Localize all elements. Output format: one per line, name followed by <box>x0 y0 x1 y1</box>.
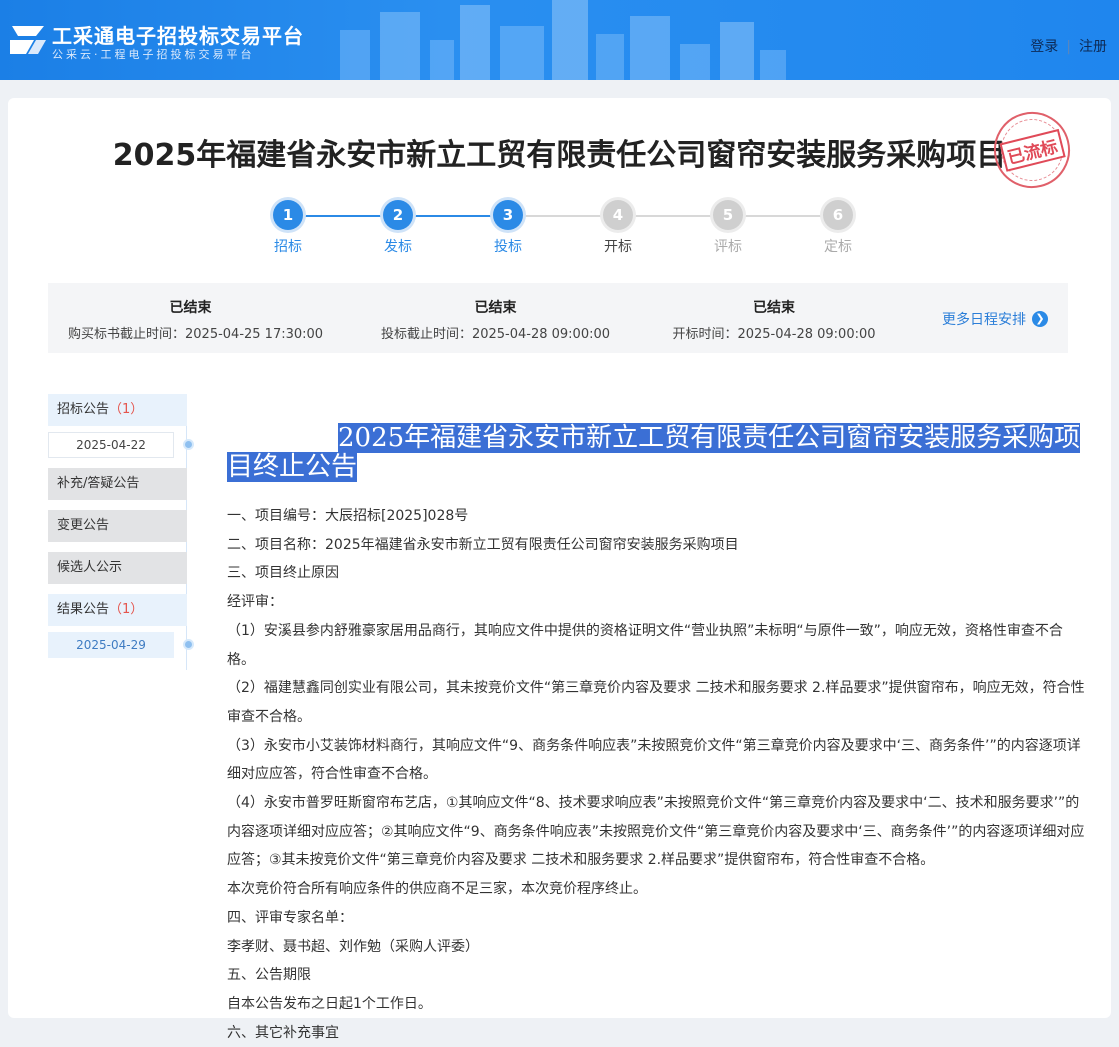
timeline-dot-icon <box>185 441 192 448</box>
schedule-bar: 已结束 购买标书截止时间：2025-04-25 17:30:00 已结束 投标截… <box>48 283 1068 353</box>
notice-paragraph: 李孝财、聂书超、刘作勉（采购人评委） <box>227 938 479 955</box>
step-number: 6 <box>823 200 853 230</box>
sidebar-item-count: （1） <box>109 402 144 417</box>
sidebar-item-change-notice[interactable]: 变更公告 <box>48 510 187 542</box>
schedule-status: 已结束 <box>474 300 517 316</box>
step-label: 定标 <box>824 239 852 255</box>
notice-paragraph: 五、公告期限 <box>227 967 311 984</box>
sidebar-item-label: 变更公告 <box>57 518 110 533</box>
project-title: 2025年福建省永安市新立工贸有限责任公司窗帘安装服务采购项目 <box>112 138 1007 173</box>
sidebar-item-label: 结果公告 <box>57 602 110 617</box>
login-link[interactable]: 登录 <box>1030 39 1058 55</box>
progress-steps: 1 招标 2 发标 3 投标 4 开标 5 评标 6 定标 <box>263 200 863 260</box>
step-submit-bid: 3 投标 <box>483 200 533 256</box>
notice-title[interactable]: 2025年福建省永安市新立工贸有限责任公司窗帘安装服务采购项目终止公告 <box>227 423 1087 482</box>
notice-paragraph: （2）福建慧鑫同创实业有限公司，其未按竞价文件“第三章竞价内容及要求 二技术和服… <box>227 680 1085 725</box>
step-issue: 2 发标 <box>373 200 423 256</box>
schedule-time: 开标时间：2025-04-28 09:00:00 <box>672 327 876 342</box>
notice-content: 2025年福建省永安市新立工贸有限责任公司窗帘安装服务采购项目终止公告 一、项目… <box>227 416 1087 1047</box>
schedule-time: 购买标书截止时间：2025-04-25 17:30:00 <box>68 327 324 342</box>
sidebar-date-result-notice[interactable]: 2025-04-29 <box>48 632 192 658</box>
notice-paragraph: 三、项目终止原因 <box>227 565 339 582</box>
more-schedule-label: 更多日程安排 <box>942 312 1026 328</box>
sidebar-date-label: 2025-04-29 <box>76 638 146 652</box>
failed-bid-stamp: 已流标 <box>985 103 1079 197</box>
step-number: 5 <box>713 200 743 230</box>
step-label: 招标 <box>274 239 302 255</box>
announcement-sidebar: 招标公告（1） 2025-04-22 补充/答疑公告 变更公告 候选人公示 结果… <box>48 394 192 670</box>
notice-paragraph: 自本公告发布之日起1个工作日。 <box>227 995 432 1012</box>
step-label: 投标 <box>494 239 522 255</box>
stamp-text: 已流标 <box>998 128 1066 172</box>
step-number: 2 <box>383 200 413 230</box>
site-header: 工采通电子招投标交易平台 公采云·工程电子招投标交易平台 登录 | 注册 <box>0 0 1119 80</box>
auth-separator: | <box>1066 39 1071 55</box>
project-card: 2025年福建省永安市新立工贸有限责任公司窗帘安装服务采购项目 已流标 1 招标… <box>8 98 1111 1041</box>
sidebar-item-supplement-notice[interactable]: 补充/答疑公告 <box>48 468 187 500</box>
schedule-status: 已结束 <box>169 300 212 316</box>
step-evaluation: 5 评标 <box>703 200 753 256</box>
sidebar-item-label: 候选人公示 <box>57 560 123 575</box>
schedule-item-purchase-deadline: 已结束 购买标书截止时间：2025-04-25 17:30:00 <box>68 297 324 342</box>
register-link[interactable]: 注册 <box>1079 39 1107 55</box>
site-logo-icon[interactable] <box>8 20 48 60</box>
notice-paragraph: 经评审： <box>227 594 283 611</box>
step-bidding-call: 1 招标 <box>263 200 313 256</box>
step-award: 6 定标 <box>813 200 863 256</box>
notice-body: 一、项目编号：大辰招标[2025]028号 二、项目名称：2025年福建省永安市… <box>227 502 1087 1047</box>
site-logo-title[interactable]: 工采通电子招投标交易平台 <box>52 20 304 49</box>
notice-paragraph: （4）永安市普罗旺斯窗帘布艺店，①其响应文件“8、技术要求响应表”未按照竞价文件… <box>227 795 1085 869</box>
notice-paragraph: 本次竞价符合所有响应条件的供应商不足三家，本次竞价程序终止。 <box>227 881 647 898</box>
schedule-status: 已结束 <box>753 300 795 316</box>
site-logo-subtitle: 公采云·工程电子招投标交易平台 <box>52 48 255 61</box>
timeline-dot-icon <box>185 641 192 648</box>
step-label: 开标 <box>604 239 632 255</box>
sidebar-date-label: 2025-04-22 <box>76 438 146 452</box>
sidebar-date-tender-notice[interactable]: 2025-04-22 <box>48 432 192 458</box>
schedule-item-bid-deadline: 已结束 投标截止时间：2025-04-28 09:00:00 <box>378 297 613 342</box>
stamp-ring: 已流标 <box>994 112 1070 188</box>
step-number: 4 <box>603 200 633 230</box>
sidebar-item-tender-notice[interactable]: 招标公告（1） <box>48 394 187 426</box>
sidebar-item-label: 补充/答疑公告 <box>57 476 140 491</box>
sidebar-item-label: 招标公告 <box>57 402 110 417</box>
notice-paragraph: 六、其它补充事宜 <box>227 1024 339 1041</box>
notice-paragraph: （1）安溪县参内舒雅豪家居用品商行，其响应文件中提供的资格证明文件“营业执照”未… <box>227 622 1063 668</box>
auth-links: 登录 | 注册 <box>1030 36 1107 56</box>
step-number: 3 <box>493 200 523 230</box>
sidebar-item-count: （1） <box>109 602 144 617</box>
step-label: 发标 <box>384 239 412 255</box>
step-label: 评标 <box>714 239 742 255</box>
notice-paragraph: （3）永安市小艾装饰材料商行，其响应文件“9、商务条件响应表”未按照竞价文件“第… <box>227 737 1081 783</box>
notice-title-text: 2025年福建省永安市新立工贸有限责任公司窗帘安装服务采购项目终止公告 <box>227 423 1081 482</box>
step-number: 1 <box>273 200 303 230</box>
city-skyline-decoration <box>340 0 786 80</box>
schedule-item-opening-time: 已结束 开标时间：2025-04-28 09:00:00 <box>668 297 880 342</box>
notice-paragraph: 四、评审专家名单： <box>227 909 353 926</box>
sidebar-item-result-notice[interactable]: 结果公告（1） <box>48 594 187 626</box>
more-schedule-link[interactable]: 更多日程安排 ❯ <box>942 309 1048 329</box>
schedule-time: 投标截止时间：2025-04-28 09:00:00 <box>380 327 611 342</box>
notice-paragraph: 二、项目名称：2025年福建省永安市新立工贸有限责任公司窗帘安装服务采购项目 <box>227 536 739 553</box>
step-bid-opening: 4 开标 <box>593 200 643 256</box>
chevron-right-icon: ❯ <box>1032 311 1048 327</box>
notice-paragraph: 一、项目编号：大辰招标[2025]028号 <box>227 508 469 524</box>
sidebar-item-candidate-notice[interactable]: 候选人公示 <box>48 552 187 584</box>
